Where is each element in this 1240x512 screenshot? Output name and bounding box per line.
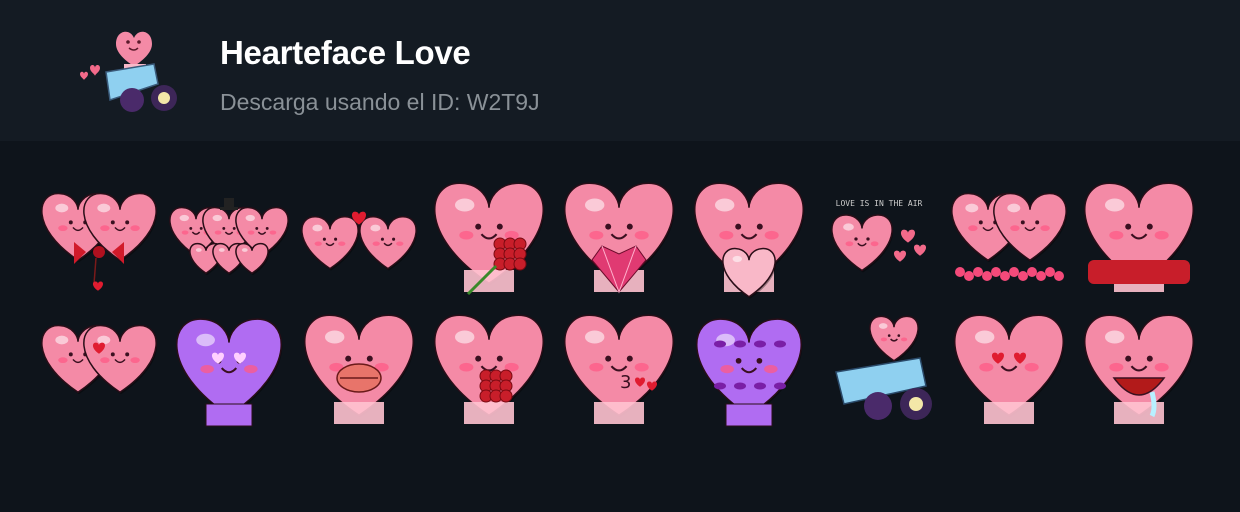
heart-family-party-icon [169, 198, 290, 276]
purple-heart-kisses-icon [696, 318, 803, 427]
sticker-twin-hearts-bow[interactable] [36, 176, 162, 300]
sticker-grid: LOVE IS IN THE AIR 3 [36, 176, 1206, 438]
sticker-purple-heart-kisses[interactable] [686, 308, 812, 432]
heart-holding-gem-icon [564, 182, 675, 294]
heart-hug-icon [694, 182, 805, 299]
sticker-pack-header: Hearteface Love Descarga usando el ID: W… [0, 0, 1240, 141]
two-hearts-shy-icon [41, 324, 158, 395]
sticker-heart-with-roses[interactable] [426, 176, 552, 300]
pack-cover-heart-cannon-icon [76, 20, 186, 120]
sticker-heart-rose-bouquet[interactable] [426, 308, 552, 432]
sticker-heart-on-roses[interactable] [1076, 176, 1202, 300]
heart-love-eyes-icon [954, 314, 1065, 424]
sticker-heart-hug[interactable] [686, 176, 812, 300]
svg-text:3: 3 [620, 372, 631, 393]
sticker-heart-blowing-kiss[interactable]: 3 [556, 308, 682, 432]
sticker-two-hearts-shy[interactable] [36, 308, 162, 432]
sticker-heart-love-text[interactable]: LOVE IS IN THE AIR [816, 176, 942, 300]
sticker-heart-love-eyes[interactable] [946, 308, 1072, 432]
purple-heart-eyes-icon [176, 318, 283, 427]
heart-with-roses-icon [434, 182, 545, 296]
twin-hearts-flowers-icon [951, 192, 1068, 281]
pack-title: Hearteface Love [220, 34, 471, 71]
twin-hearts-bow-icon [41, 192, 158, 291]
heart-love-text-icon: LOVE IS IN THE AIR [831, 199, 927, 273]
sticker-twin-hearts-flowers[interactable] [946, 176, 1072, 300]
sticker-purple-heart-eyes[interactable] [166, 308, 292, 432]
heart-blowing-kiss-icon: 3 [564, 314, 675, 424]
sticker-heart-drooling[interactable] [1076, 308, 1202, 432]
sticker-heart-holding-gem[interactable] [556, 176, 682, 300]
pack-download-id: Descarga usando el ID: W2T9J [220, 89, 540, 115]
sticker-heart-cannon[interactable] [816, 308, 942, 432]
heart-drooling-icon [1084, 314, 1195, 424]
heart-cannon-icon [835, 315, 932, 420]
small-hearts-holding-icon [301, 211, 418, 271]
heart-kiss-lips-icon [304, 314, 415, 424]
svg-text:LOVE IS IN THE AIR: LOVE IS IN THE AIR [836, 199, 923, 208]
sticker-heart-kiss-lips[interactable] [296, 308, 422, 432]
sticker-heart-family-party[interactable] [166, 176, 292, 300]
heart-on-roses-icon [1084, 182, 1195, 292]
heart-rose-bouquet-icon [434, 314, 545, 424]
sticker-small-hearts-holding[interactable] [296, 176, 422, 300]
